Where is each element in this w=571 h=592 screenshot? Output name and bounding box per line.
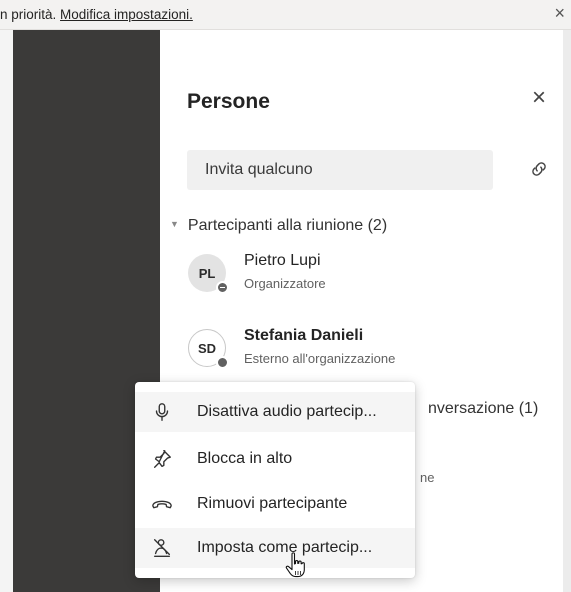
attendee-icon (153, 539, 171, 557)
panel-close-icon[interactable]: × (532, 86, 546, 110)
notification-close-icon[interactable]: × (554, 4, 565, 22)
invite-input[interactable] (187, 150, 493, 190)
participant-context-menu: Disattiva audio partecip... Blocca in al… (135, 382, 415, 578)
modify-settings-link[interactable]: Modifica impostazioni. (60, 7, 193, 22)
pin-icon (153, 450, 171, 468)
window-edge (563, 30, 571, 592)
panel-title: Persone (187, 90, 270, 113)
participant-name: Pietro Lupi (244, 252, 321, 269)
section-label: Partecipanti alla riunione (2) (187, 217, 388, 234)
notification-bar: n priorità. Modifica impostazioni. × (0, 0, 571, 30)
hand-cursor-icon (285, 552, 305, 578)
hang-up-icon (152, 500, 172, 509)
presence-offline-icon (216, 281, 229, 294)
participant-role: Esterno all'organizzazione (244, 351, 396, 366)
link-icon[interactable] (528, 158, 550, 180)
microphone-icon (155, 403, 169, 421)
menu-item-label: Disattiva audio partecip... (197, 403, 377, 420)
notification-text: n priorità. (0, 7, 61, 22)
menu-item-label: Blocca in alto (197, 450, 293, 467)
mute-participant-menu-item[interactable]: Disattiva audio partecip... (135, 392, 415, 432)
presence-status-icon (216, 356, 229, 369)
meeting-participants-section[interactable]: ▼ Partecipanti alla riunione (2) (170, 217, 387, 235)
participant-name: Stefania Danieli (244, 327, 364, 344)
notification-message: n priorità. Modifica impostazioni. (0, 7, 193, 22)
participant-pietro-lupi[interactable]: PL Pietro Lupi Organizzatore (188, 252, 558, 304)
pin-menu-item[interactable]: Blocca in alto (135, 439, 415, 479)
role-fragment: ne (420, 470, 435, 485)
participant-role: Organizzatore (244, 276, 326, 291)
remove-participant-menu-item[interactable]: Rimuovi partecipante (135, 484, 415, 524)
conversation-section-fragment: nversazione (1) (428, 400, 539, 417)
menu-item-label: Rimuovi partecipante (197, 495, 348, 512)
chevron-down-icon: ▼ (170, 218, 179, 229)
set-as-attendee-menu-item[interactable]: Imposta come partecip... (135, 528, 415, 568)
participant-stefania-danieli[interactable]: SD Stefania Danieli Esterno all'organizz… (188, 327, 558, 379)
